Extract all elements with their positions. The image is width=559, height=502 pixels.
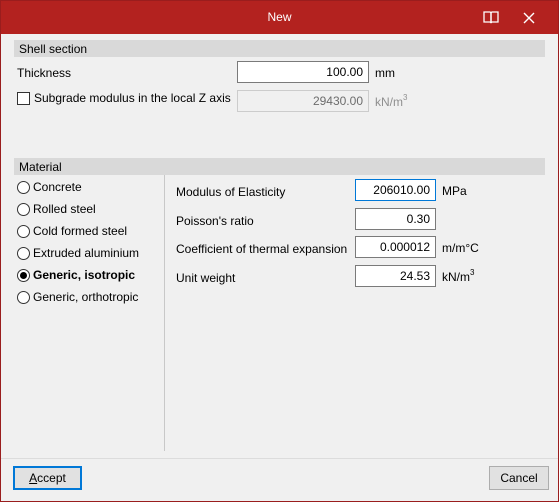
thermal-unit: m/m°C bbox=[442, 241, 479, 255]
radio-label-extruded-aluminium[interactable]: Extruded aluminium bbox=[33, 246, 139, 260]
thickness-label: Thickness bbox=[17, 66, 72, 80]
shell-section-title: Shell section bbox=[19, 42, 88, 56]
radio-generic-orthotropic[interactable] bbox=[17, 291, 30, 304]
shell-section-header: Shell section bbox=[14, 40, 545, 57]
panel-divider bbox=[164, 175, 165, 451]
radio-label-cold-formed-steel[interactable]: Cold formed steel bbox=[33, 224, 127, 238]
poisson-input[interactable]: 0.30 bbox=[355, 208, 436, 230]
material-section-header: Material bbox=[14, 158, 545, 175]
dialog-window: New Shell section Thickness 100.00 mm Su… bbox=[0, 0, 559, 502]
radio-label-rolled-steel[interactable]: Rolled steel bbox=[33, 202, 96, 216]
unit-weight-unit-base: kN/m bbox=[442, 270, 470, 284]
accept-button[interactable]: Accept bbox=[13, 466, 82, 490]
subgrade-unit-base: kN/m bbox=[375, 95, 403, 109]
subgrade-input: 29430.00 bbox=[237, 90, 369, 112]
close-icon bbox=[523, 12, 535, 24]
unit-weight-label: Unit weight bbox=[176, 271, 236, 285]
cancel-button[interactable]: Cancel bbox=[489, 466, 549, 490]
radio-label-concrete[interactable]: Concrete bbox=[33, 180, 82, 194]
poisson-label: Poisson's ratio bbox=[176, 214, 254, 228]
radio-generic-isotropic[interactable] bbox=[17, 269, 30, 282]
accept-label-rest: ccept bbox=[37, 471, 66, 485]
radio-concrete[interactable] bbox=[17, 181, 30, 194]
thickness-unit: mm bbox=[375, 66, 395, 80]
title-bar[interactable]: New bbox=[1, 1, 558, 34]
unit-weight-input[interactable]: 24.53 bbox=[355, 265, 436, 287]
radio-cold-formed-steel[interactable] bbox=[17, 225, 30, 238]
subgrade-checkbox[interactable] bbox=[17, 92, 30, 105]
accept-mnemonic: A bbox=[29, 471, 38, 485]
subgrade-unit-exponent: 3 bbox=[403, 93, 408, 102]
radio-label-generic-orthotropic[interactable]: Generic, orthotropic bbox=[33, 290, 138, 304]
radio-label-generic-isotropic[interactable]: Generic, isotropic bbox=[33, 268, 135, 282]
modulus-input[interactable]: 206010.00 bbox=[355, 179, 436, 201]
dialog-content: Shell section Thickness 100.00 mm Subgra… bbox=[1, 34, 558, 501]
radio-extruded-aluminium[interactable] bbox=[17, 247, 30, 260]
thickness-input[interactable]: 100.00 bbox=[237, 61, 369, 83]
unit-weight-unit: kN/m3 bbox=[442, 268, 475, 284]
subgrade-label[interactable]: Subgrade modulus in the local Z axis bbox=[34, 91, 231, 105]
thermal-input[interactable]: 0.000012 bbox=[355, 236, 436, 258]
material-section-title: Material bbox=[19, 160, 62, 174]
modulus-label: Modulus of Elasticity bbox=[176, 185, 286, 199]
footer-divider bbox=[1, 458, 558, 459]
modulus-unit: MPa bbox=[442, 184, 467, 198]
subgrade-unit: kN/m3 bbox=[375, 93, 408, 109]
close-button[interactable] bbox=[507, 1, 551, 34]
radio-rolled-steel[interactable] bbox=[17, 203, 30, 216]
unit-weight-unit-exponent: 3 bbox=[470, 268, 475, 277]
thermal-label: Coefficient of thermal expansion bbox=[176, 242, 348, 256]
